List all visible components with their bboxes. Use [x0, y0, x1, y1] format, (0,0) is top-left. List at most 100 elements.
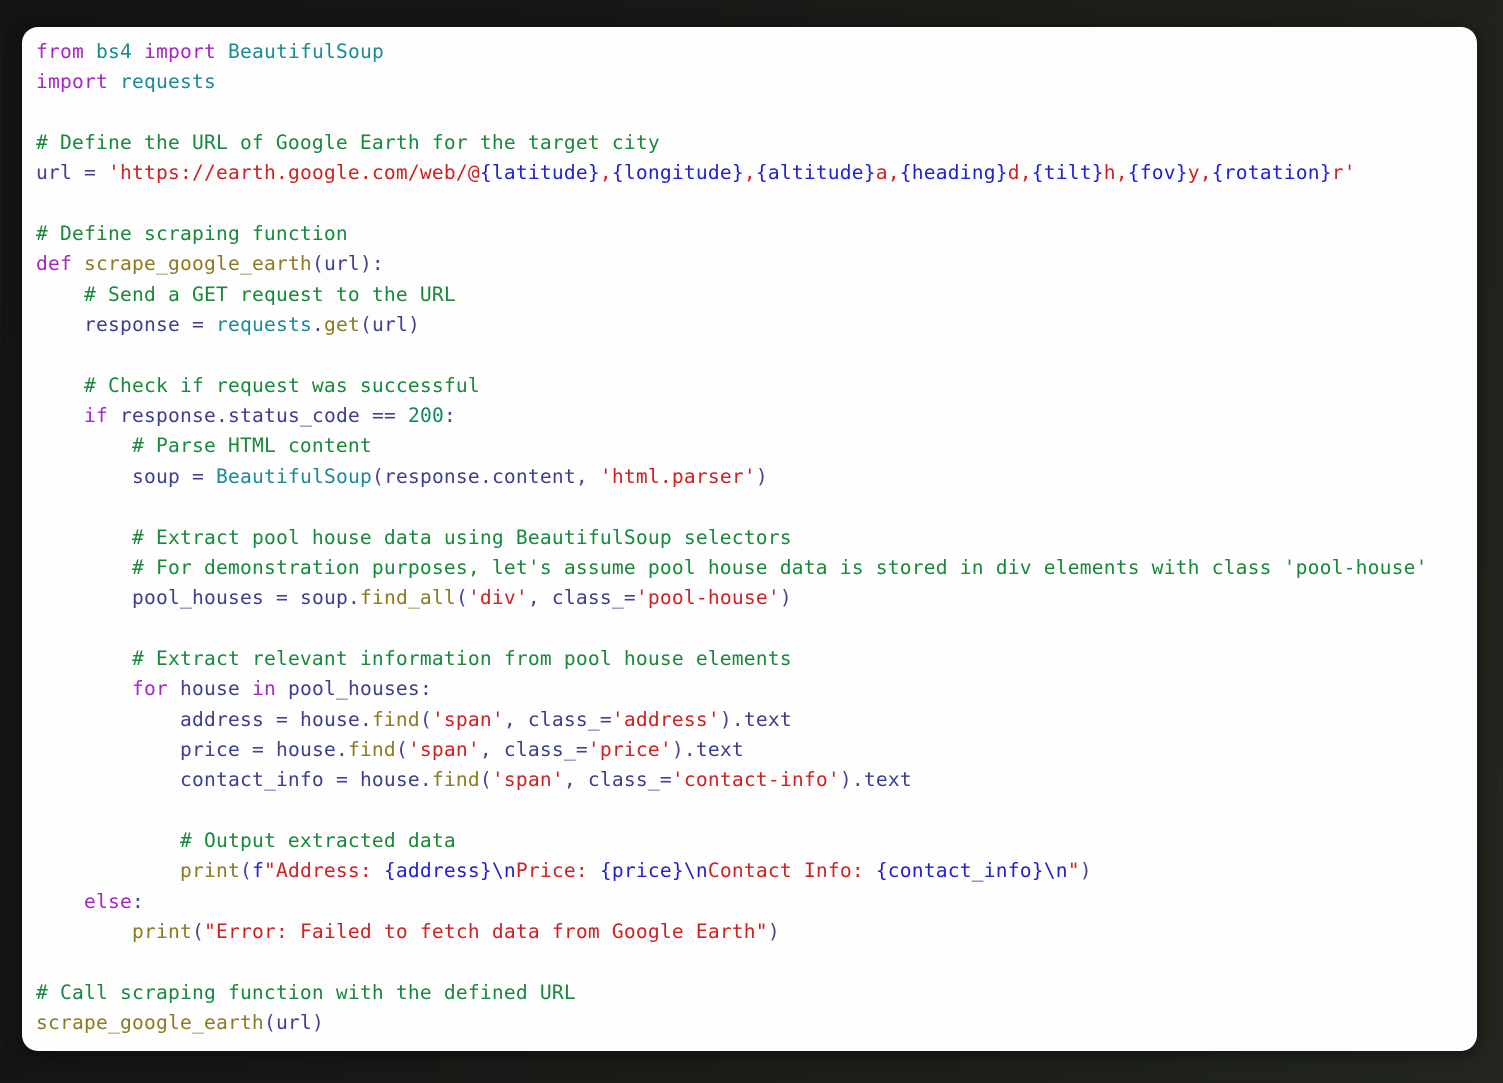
code-token-kw: else	[84, 889, 132, 913]
code-line: def scrape_google_earth(url):	[36, 252, 384, 275]
code-token-com: # Define scraping function	[36, 222, 348, 246]
code-token-punc: )	[779, 586, 792, 610]
code-token-esc: \n	[683, 859, 708, 883]
code-token-esc: {altitude}	[755, 161, 876, 185]
code-token-var: address	[179, 707, 264, 731]
code-token-str: 'contact-info'	[671, 768, 840, 792]
code-token-str: "Address:	[263, 859, 384, 883]
code-token-str: "	[1067, 859, 1080, 883]
code-token-var: class_	[527, 707, 600, 731]
code-token-cls: requests	[119, 70, 216, 94]
code-token-var: soup	[131, 464, 180, 488]
code-token-var: url	[36, 161, 72, 185]
code-line: address = house.find('span', class_='add…	[36, 708, 792, 731]
code-token-var: class_	[551, 586, 624, 610]
code-token-var: url	[323, 252, 360, 276]
code-token-var: url	[371, 313, 408, 337]
code-line: import requests	[36, 70, 216, 93]
code-token-str: d,	[1007, 161, 1032, 185]
code-token-str: a,	[875, 161, 900, 185]
code-token-kw: import	[144, 40, 216, 63]
code-token-cls: BeautifulSoup	[227, 40, 384, 63]
code-token-punc: =	[191, 464, 204, 488]
code-token-esc: {price}	[599, 859, 684, 883]
code-token-var: text	[743, 707, 792, 731]
code-token-str: y,	[1187, 161, 1212, 185]
code-token-punc: ,	[527, 586, 552, 610]
code-token-punc: )	[1079, 859, 1092, 883]
code-line: else:	[36, 890, 144, 913]
code-token-str: 'div'	[467, 586, 528, 610]
code-scroll-area[interactable]: from bs4 import BeautifulSoup import req…	[36, 37, 1477, 1051]
code-token-esc: {address}	[383, 859, 492, 883]
code-token-punc: (	[395, 737, 408, 761]
code-token-com: # For demonstration purposes, let's assu…	[131, 555, 1428, 579]
code-token-fn: find	[371, 707, 420, 731]
code-token-esc: {longitude}	[611, 161, 744, 185]
code-token-str: 'span'	[491, 768, 564, 792]
code-token-esc: \n	[491, 859, 516, 883]
code-token-var: response	[84, 313, 180, 337]
code-token-punc: (	[419, 707, 432, 731]
code-token-var: url	[275, 1011, 312, 1034]
code-token-fn: find_all	[359, 586, 456, 610]
code-token-var: contact_info	[179, 768, 324, 792]
code-token-punc: )	[767, 919, 780, 943]
code-token-com: # Output extracted data	[179, 828, 456, 852]
python-code-block[interactable]: from bs4 import BeautifulSoup import req…	[36, 37, 1477, 1038]
code-token-com: # Define the URL of Google Earth for the…	[36, 131, 660, 155]
code-token-punc: .	[359, 707, 372, 731]
code-token-str: ,	[599, 161, 612, 185]
code-token-punc: ).	[839, 768, 864, 792]
code-token-var: response	[383, 464, 480, 488]
code-token-punc: ,	[503, 707, 528, 731]
code-token-punc: =	[84, 161, 96, 185]
code-token-esc: {tilt}	[1031, 161, 1104, 185]
code-token-punc: .	[419, 768, 432, 792]
code-token-punc: .	[311, 313, 324, 337]
code-token-cls: requests	[215, 313, 312, 337]
code-token-esc: {rotation}	[1211, 161, 1332, 185]
code-token-var: soup	[299, 586, 348, 610]
code-token-fn: print	[179, 859, 240, 883]
code-token-str: Contact Info:	[707, 859, 876, 883]
code-token-fn: scrape_google_earth	[36, 1011, 264, 1034]
code-token-punc: .	[335, 737, 348, 761]
code-snippet-card: from bs4 import BeautifulSoup import req…	[22, 27, 1477, 1051]
code-token-kw: in	[251, 677, 276, 701]
code-line: for house in pool_houses:	[36, 677, 432, 700]
code-token-cls: BeautifulSoup	[215, 464, 372, 488]
code-token-punc: ):	[359, 252, 384, 276]
code-token-var: text	[863, 768, 912, 792]
code-line: # Check if request was successful	[36, 374, 480, 397]
code-token-str: h,	[1103, 161, 1128, 185]
code-token-punc: )	[755, 464, 768, 488]
code-token-punc: =	[275, 586, 288, 610]
code-token-esc: \n	[1043, 859, 1068, 883]
code-token-com: # Send a GET request to the URL	[84, 282, 456, 306]
code-token-punc: ,	[563, 768, 588, 792]
